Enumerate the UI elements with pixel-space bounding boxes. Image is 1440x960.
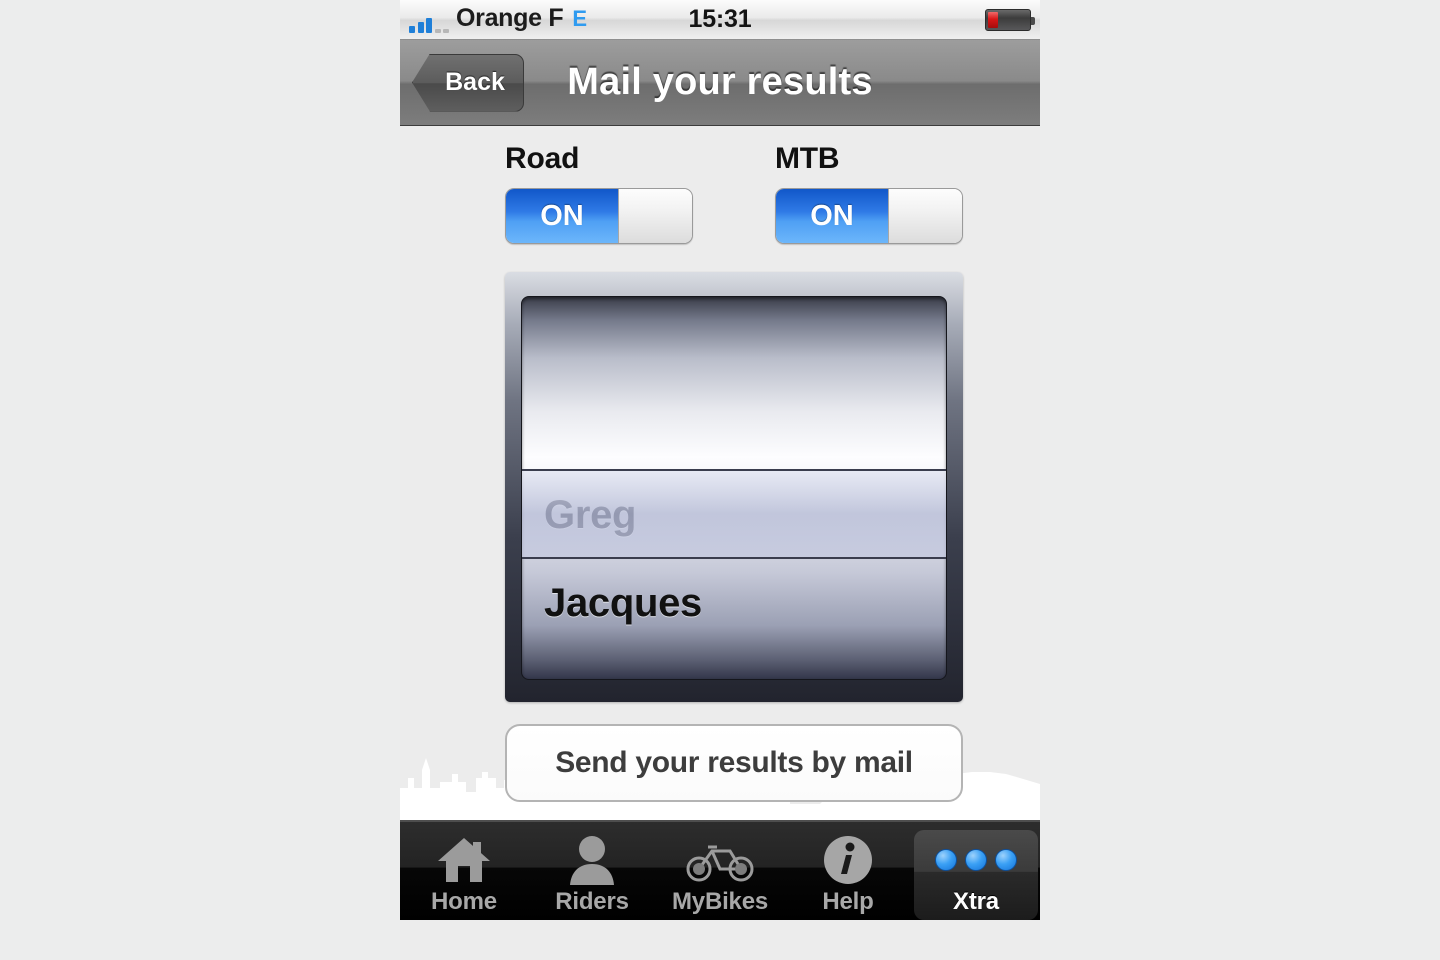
person-icon	[568, 834, 616, 886]
tab-help-label: Help	[822, 888, 874, 915]
status-bar-clock: 15:31	[688, 5, 752, 33]
tab-bar: Home Riders MyBikes Help Xtra	[400, 820, 1040, 920]
navigation-bar: Back Mail your results	[400, 40, 1040, 126]
options-toggles: Road ON MTB ON	[400, 126, 1040, 244]
road-toggle-knob	[618, 189, 692, 243]
tab-home-label: Home	[431, 888, 497, 915]
battery-fill	[988, 11, 998, 28]
option-mtb-label: MTB	[775, 142, 840, 175]
road-toggle-switch[interactable]: ON	[505, 188, 693, 244]
picker-row-greg[interactable]: Greg	[522, 471, 946, 559]
bicycle-icon	[686, 834, 754, 886]
three-dots-icon	[935, 834, 1017, 886]
mtb-toggle-switch[interactable]: ON	[775, 188, 963, 244]
tab-xtra[interactable]: Xtra	[912, 822, 1040, 920]
info-circle-icon	[822, 834, 874, 886]
send-results-button[interactable]: Send your results by mail	[505, 724, 963, 802]
back-button[interactable]: Back	[412, 53, 524, 112]
option-road-label: Road	[505, 142, 580, 175]
content-area: Road ON MTB ON Greg Jacques Send your re…	[400, 126, 1040, 820]
tab-xtra-label: Xtra	[953, 888, 999, 915]
mtb-toggle-state: ON	[776, 189, 888, 243]
tab-mybikes[interactable]: MyBikes	[656, 822, 784, 920]
status-bar: Orange F E 15:31	[400, 0, 1040, 40]
screenshot-root: Orange F E 15:31 Back Mail your results	[0, 0, 1440, 960]
tab-home[interactable]: Home	[400, 822, 528, 920]
tab-help[interactable]: Help	[784, 822, 912, 920]
tab-riders-label: Riders	[555, 888, 629, 915]
house-icon	[437, 834, 491, 886]
mtb-toggle-knob	[888, 189, 962, 243]
picker-row-jacques[interactable]: Jacques	[522, 559, 946, 647]
picker-wheel[interactable]: Greg Jacques	[521, 296, 947, 680]
tab-riders[interactable]: Riders	[528, 822, 656, 920]
battery-icon	[985, 8, 1035, 31]
tab-mybikes-label: MyBikes	[672, 888, 768, 915]
phone-screen: Orange F E 15:31 Back Mail your results	[400, 0, 1040, 960]
picker-frame: Greg Jacques	[505, 272, 963, 702]
option-road: Road ON	[505, 142, 693, 244]
rider-picker[interactable]: Greg Jacques	[505, 272, 963, 702]
road-toggle-state: ON	[506, 189, 618, 243]
option-mtb: MTB ON	[775, 142, 963, 244]
